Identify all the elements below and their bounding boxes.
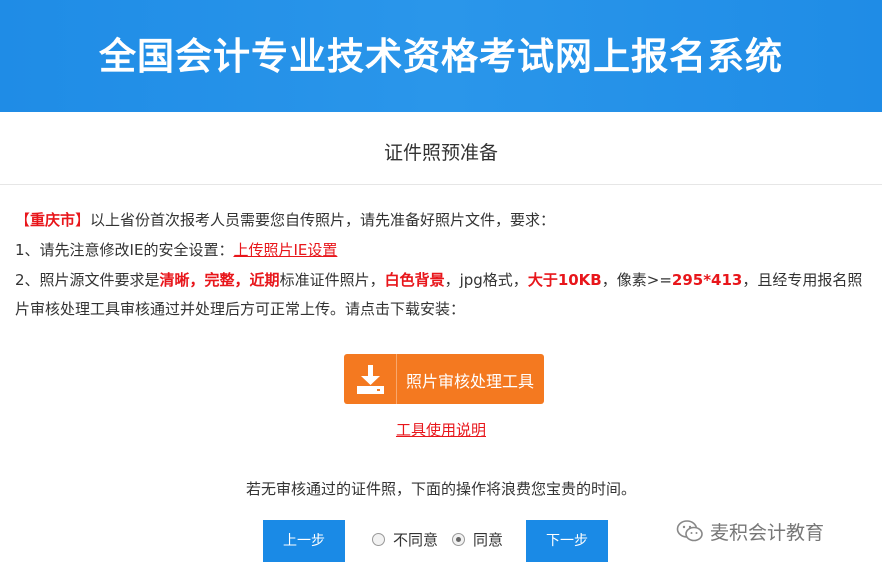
usage-link-row: 工具使用说明 xyxy=(0,419,882,440)
req-background: 白色背景 xyxy=(384,271,445,289)
region-bracket-close: 】 xyxy=(75,211,91,229)
instruction-line-2: 1、请先注意修改IE的安全设置：上传照片IE设置 xyxy=(15,236,873,265)
watermark-text: 麦积会计教育 xyxy=(710,522,825,544)
divider xyxy=(0,184,882,185)
wechat-icon xyxy=(676,519,704,548)
req-pixels: 295*413 xyxy=(671,271,743,289)
download-icon xyxy=(344,354,397,404)
ie-setting-prefix: 1、请先注意修改IE的安全设置： xyxy=(15,241,234,259)
prev-step-button[interactable]: 上一步 xyxy=(263,520,345,562)
req-clarity: 清晰，完整，近期 xyxy=(159,271,280,289)
instruction-line-3: 2、照片源文件要求是清晰，完整，近期标准证件照片，白色背景，jpg格式，大于10… xyxy=(15,266,873,324)
agree-radio-circle[interactable] xyxy=(452,533,465,546)
system-title: 全国会计专业技术资格考试网上报名系统 xyxy=(99,35,783,78)
region-name: 重庆市 xyxy=(30,211,76,229)
req-size: 大于10KB xyxy=(527,271,602,289)
tool-usage-link[interactable]: 工具使用说明 xyxy=(396,421,486,439)
watermark: 麦积会计教育 xyxy=(676,518,824,548)
agree-radio[interactable]: 同意 xyxy=(452,529,503,550)
next-step-button[interactable]: 下一步 xyxy=(526,520,608,562)
agree-label: 同意 xyxy=(473,531,504,549)
region-bracket-open: 【 xyxy=(15,211,31,229)
req-text-4: ，像素>= xyxy=(601,271,672,289)
download-tool-button[interactable]: 照片审核处理工具 xyxy=(344,354,544,404)
section-title: 证件照预准备 xyxy=(383,142,498,164)
download-tool-label: 照片审核处理工具 xyxy=(406,372,535,391)
ie-setting-link[interactable]: 上传照片IE设置 xyxy=(233,241,337,259)
req-text-2: 标准证件照片， xyxy=(279,271,385,289)
req-text-3: ，jpg格式， xyxy=(444,271,528,289)
warning-notice: 若无审核通过的证件照，下面的操作将浪费您宝贵的时间。 xyxy=(245,480,636,498)
instruction-text: 以上省份首次报考人员需要您自传照片，请先准备好照片文件，要求： xyxy=(90,211,556,229)
disagree-radio-circle[interactable] xyxy=(372,533,385,546)
instruction-line-1: 【重庆市】以上省份首次报考人员需要您自传照片，请先准备好照片文件，要求： xyxy=(15,206,873,235)
disagree-radio[interactable]: 不同意 xyxy=(372,529,438,550)
disagree-label: 不同意 xyxy=(393,531,439,549)
header-banner: 全国会计专业技术资格考试网上报名系统 xyxy=(0,0,882,112)
req-text-1: 2、照片源文件要求是 xyxy=(15,271,160,289)
